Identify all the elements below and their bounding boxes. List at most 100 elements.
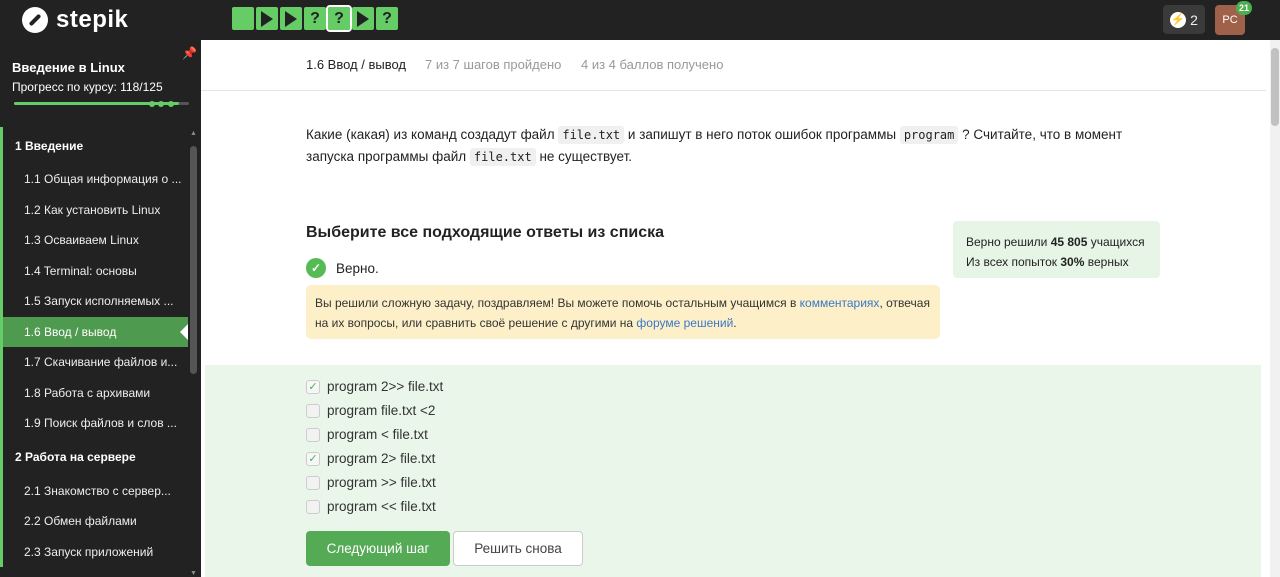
play-icon bbox=[357, 10, 369, 27]
top-bar: stepik ? ? ? ⚡ 2 PC 21 bbox=[0, 0, 1280, 40]
course-progress: Прогресс по курсу: 118/125 bbox=[12, 80, 163, 94]
checkbox[interactable] bbox=[306, 499, 320, 514]
stats-text: Из всех попыток bbox=[966, 255, 1061, 269]
course-nav: 1 Введение 1.1 Общая информация о ... 1.… bbox=[0, 127, 190, 567]
option-label: program 2>> file.txt bbox=[327, 379, 444, 394]
progress-dot bbox=[149, 100, 155, 107]
score-progress: 4 из 4 баллов получено bbox=[581, 57, 724, 72]
code-file-txt: file.txt bbox=[558, 126, 625, 144]
solutions-forum-link[interactable]: форуме решений bbox=[636, 316, 733, 330]
lesson-1-3[interactable]: 1.3 Осваиваем Linux bbox=[0, 225, 190, 256]
scroll-up-icon[interactable]: ▲ bbox=[190, 130, 197, 137]
checkbox[interactable] bbox=[306, 475, 320, 490]
step-3-video[interactable] bbox=[280, 7, 302, 30]
step-4-quiz[interactable]: ? bbox=[304, 7, 326, 30]
option-label: program << file.txt bbox=[327, 499, 436, 514]
option-label: program < file.txt bbox=[327, 427, 428, 442]
lesson-1-2[interactable]: 1.2 Как установить Linux bbox=[0, 194, 190, 225]
next-step-button[interactable]: Следующий шаг bbox=[306, 531, 450, 566]
lesson-1-4[interactable]: 1.4 Terminal: основы bbox=[0, 255, 190, 286]
stepik-logo[interactable]: stepik bbox=[22, 6, 128, 34]
step-1-text[interactable] bbox=[232, 7, 254, 30]
main-content: 1.6 Ввод / вывод 7 из 7 шагов пройдено 4… bbox=[201, 40, 1270, 577]
choose-title: Выберите все подходящие ответы из списка bbox=[306, 224, 664, 241]
module-1[interactable]: 1 Введение bbox=[0, 127, 190, 164]
notifications-badge[interactable]: 21 bbox=[1236, 1, 1252, 15]
question-part: и запишут в него поток ошибок программы bbox=[624, 127, 900, 142]
option-4[interactable]: ✓ program 2> file.txt bbox=[306, 451, 435, 466]
question-icon: ? bbox=[382, 9, 392, 27]
energy-button[interactable]: ⚡ 2 bbox=[1163, 5, 1205, 34]
stats-solved: Верно решили 45 805 учащихся bbox=[966, 232, 1147, 252]
progress-dot bbox=[158, 100, 164, 107]
option-label: program >> file.txt bbox=[327, 475, 436, 490]
step-7-quiz[interactable]: ? bbox=[376, 7, 398, 30]
code-program: program bbox=[899, 126, 959, 144]
notifications-count: 21 bbox=[1238, 3, 1249, 13]
progress-label: Прогресс по курсу: bbox=[12, 80, 117, 94]
progress-bar bbox=[14, 100, 189, 107]
verdict: ✓ Верно. bbox=[306, 258, 379, 278]
solve-again-button[interactable]: Решить снова bbox=[453, 531, 583, 566]
sidebar-scrollbar[interactable]: ▲ ▼ bbox=[190, 130, 197, 577]
code-file-txt: file.txt bbox=[469, 148, 536, 166]
lesson-1-7[interactable]: 1.7 Скачивание файлов и... bbox=[0, 347, 190, 378]
question-icon: ? bbox=[310, 9, 320, 27]
stats-text: учащихся bbox=[1087, 235, 1145, 249]
lesson-1-9[interactable]: 1.9 Поиск файлов и слов ... bbox=[0, 408, 190, 439]
lesson-2-2[interactable]: 2.2 Обмен файлами bbox=[0, 506, 190, 537]
question-icon: ? bbox=[334, 9, 344, 27]
energy-count: 2 bbox=[1190, 11, 1198, 28]
checkbox-checked[interactable]: ✓ bbox=[306, 451, 320, 466]
lesson-1-1[interactable]: 1.1 Общая информация о ... bbox=[0, 164, 190, 195]
avatar-initials: PC bbox=[1222, 14, 1238, 26]
logo-text: stepik bbox=[56, 6, 129, 33]
question-part: не существует. bbox=[535, 149, 633, 164]
course-title[interactable]: Введение в Linux bbox=[12, 60, 125, 75]
answers-panel: ✓ program 2>> file.txt program file.txt … bbox=[205, 365, 1261, 577]
question-part: Какие (какая) из команд создадут файл bbox=[306, 127, 559, 142]
congrats-notice: Вы решили сложную задачу, поздравляем! В… bbox=[306, 285, 940, 339]
progress-value: 118/125 bbox=[120, 80, 163, 94]
option-label: program file.txt <2 bbox=[327, 403, 436, 418]
steps-progress: 7 из 7 шагов пройдено bbox=[425, 57, 562, 72]
stats-percent: 30% bbox=[1060, 255, 1085, 269]
check-circle-icon: ✓ bbox=[306, 258, 326, 278]
option-5[interactable]: program >> file.txt bbox=[306, 475, 436, 490]
page-scroll-thumb[interactable] bbox=[1271, 48, 1279, 126]
lesson-2-1[interactable]: 2.1 Знакомство с сервер... bbox=[0, 475, 190, 506]
play-icon bbox=[285, 10, 297, 27]
checkbox[interactable] bbox=[306, 427, 320, 442]
step-navigation: ? ? ? bbox=[232, 5, 398, 32]
page-scrollbar[interactable] bbox=[1270, 40, 1280, 577]
option-1[interactable]: ✓ program 2>> file.txt bbox=[306, 379, 443, 394]
lightning-icon: ⚡ bbox=[1170, 11, 1187, 28]
course-header: Введение в Linux Прогресс по курсу: 118/… bbox=[0, 40, 201, 125]
stats-attempts: Из всех попыток 30% верных bbox=[966, 252, 1147, 272]
pin-icon[interactable]: 📌 bbox=[182, 46, 197, 60]
question-text: Какие (какая) из команд создадут файл fi… bbox=[306, 124, 1146, 168]
option-6[interactable]: program << file.txt bbox=[306, 499, 436, 514]
checkbox[interactable] bbox=[306, 403, 320, 418]
lesson-1-5[interactable]: 1.5 Запуск исполняемых ... bbox=[0, 286, 190, 317]
divider bbox=[201, 90, 1266, 91]
comments-link[interactable]: комментариях bbox=[800, 296, 880, 310]
module-2[interactable]: 2 Работа на сервере bbox=[0, 438, 190, 476]
lesson-title: 1.6 Ввод / вывод bbox=[306, 57, 407, 72]
stepik-logo-icon bbox=[22, 7, 48, 33]
stats-text: Верно решили bbox=[966, 235, 1051, 249]
congrats-text: Вы решили сложную задачу, поздравляем! В… bbox=[315, 296, 800, 310]
lesson-2-3[interactable]: 2.3 Запуск приложений bbox=[0, 536, 190, 567]
step-6-video[interactable] bbox=[352, 7, 374, 30]
lesson-1-6-active[interactable]: 1.6 Ввод / вывод bbox=[0, 316, 188, 347]
sidebar-scroll-thumb[interactable] bbox=[190, 146, 197, 374]
option-3[interactable]: program < file.txt bbox=[306, 427, 428, 442]
checkbox-checked[interactable]: ✓ bbox=[306, 379, 320, 394]
lesson-1-8[interactable]: 1.8 Работа с архивами bbox=[0, 377, 190, 408]
step-2-video[interactable] bbox=[256, 7, 278, 30]
step-5-quiz-active[interactable]: ? bbox=[326, 5, 352, 32]
stats-count: 45 805 bbox=[1050, 235, 1088, 249]
option-2[interactable]: program file.txt <2 bbox=[306, 403, 435, 418]
scroll-down-icon[interactable]: ▼ bbox=[190, 570, 197, 577]
course-sidebar: Введение в Linux Прогресс по курсу: 118/… bbox=[0, 40, 201, 577]
